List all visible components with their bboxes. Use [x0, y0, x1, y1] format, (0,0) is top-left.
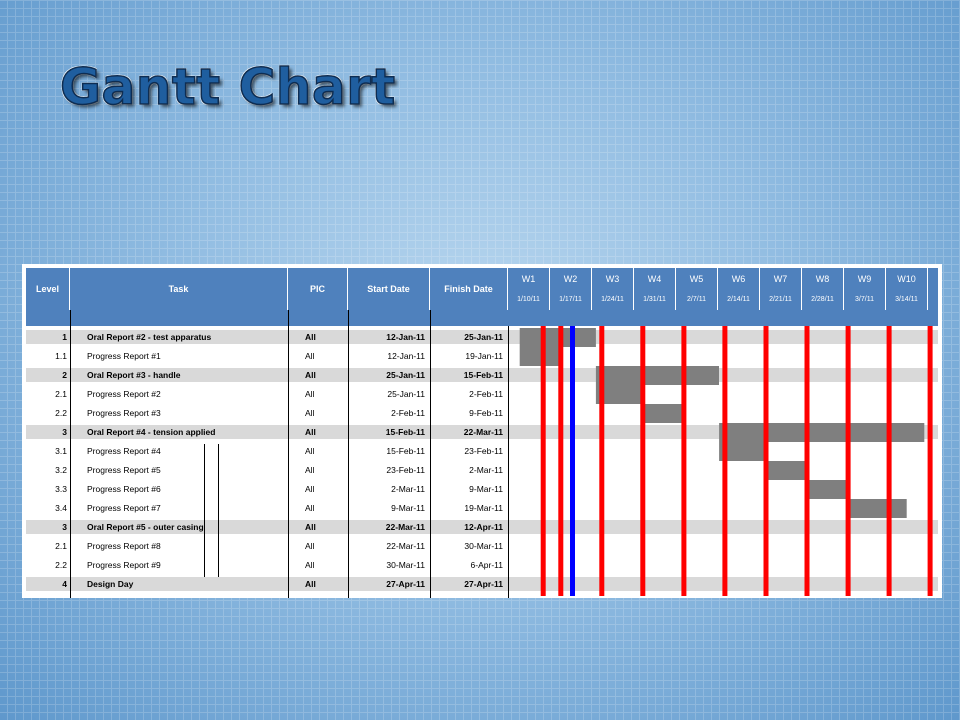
- slide-title: Gantt Chart: [59, 57, 396, 117]
- gantt-timeline: [519, 326, 933, 596]
- gantt-bar: [848, 499, 907, 518]
- week-marker-line: [681, 326, 687, 596]
- gantt-sheet: Level Task PIC Start Date Finish Date 1O…: [22, 264, 942, 598]
- today-marker-line: [570, 326, 575, 596]
- gantt-bar: [595, 366, 719, 385]
- week-marker-line: [558, 326, 564, 596]
- gantt-bar: [519, 347, 561, 366]
- week-marker-line: [886, 326, 892, 596]
- week-marker-line: [540, 326, 546, 596]
- week-marker-line: [763, 326, 769, 596]
- gantt-bar: [766, 461, 807, 480]
- gantt-bar: [807, 480, 848, 499]
- week-marker-line: [804, 326, 810, 596]
- week-marker-line: [640, 326, 646, 596]
- week-marker-line: [845, 326, 851, 596]
- gantt-bar: [719, 423, 925, 442]
- gantt-bar: [519, 328, 596, 347]
- week-marker-line: [722, 326, 728, 596]
- week-marker-line: [927, 326, 933, 596]
- week-marker-line: [599, 326, 605, 596]
- gantt-bar: [642, 404, 684, 423]
